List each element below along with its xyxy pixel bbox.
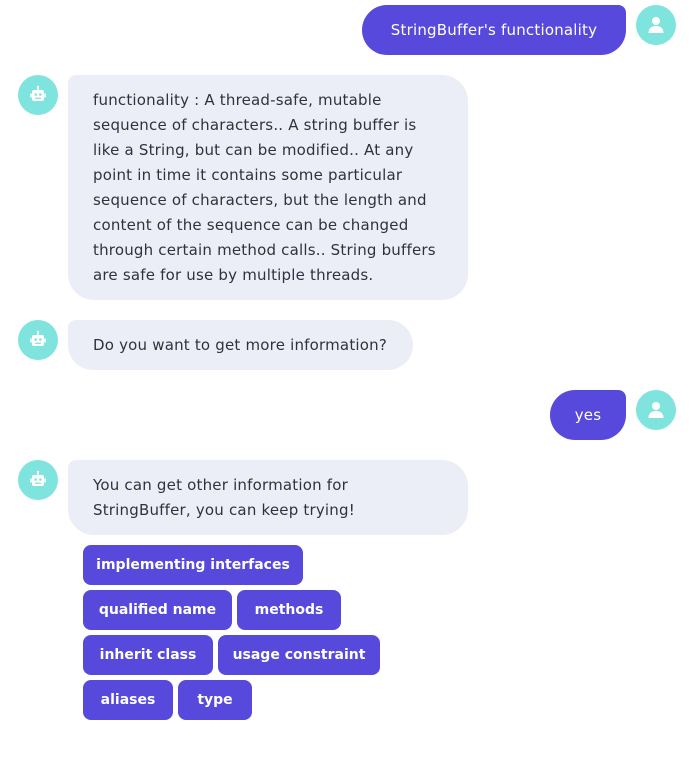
user-message: yes — [550, 390, 626, 440]
user-message-text: yes — [574, 405, 602, 424]
robot-icon — [28, 85, 48, 105]
bot-avatar — [18, 320, 58, 360]
bot-message-text: You can get other information for String… — [93, 476, 355, 519]
robot-icon — [28, 330, 48, 350]
user-message: StringBuffer's functionality — [362, 5, 626, 55]
robot-icon — [28, 470, 48, 490]
bot-message-text: Do you want to get more information? — [93, 336, 388, 354]
bot-avatar — [18, 75, 58, 115]
quick-reply-aliases[interactable]: aliases — [83, 680, 173, 720]
bot-message-text: functionality : A thread-safe, mutable s… — [93, 91, 436, 284]
user-icon — [646, 15, 666, 35]
quick-reply-type[interactable]: type — [178, 680, 252, 720]
user-icon — [646, 400, 666, 420]
quick-reply-qualified-name[interactable]: qualified name — [83, 590, 232, 630]
quick-reply-implementing-interfaces[interactable]: implementing interfaces — [83, 545, 303, 585]
quick-reply-inherit-class[interactable]: inherit class — [83, 635, 213, 675]
user-message-text: StringBuffer's functionality — [390, 20, 598, 39]
bot-avatar — [18, 460, 58, 500]
user-avatar — [636, 5, 676, 45]
quick-reply-methods[interactable]: methods — [237, 590, 341, 630]
user-avatar — [636, 390, 676, 430]
bot-message: You can get other information for String… — [68, 460, 468, 535]
bot-message: functionality : A thread-safe, mutable s… — [68, 75, 468, 300]
quick-reply-usage-constraint[interactable]: usage constraint — [218, 635, 380, 675]
bot-message: Do you want to get more information? — [68, 320, 413, 370]
